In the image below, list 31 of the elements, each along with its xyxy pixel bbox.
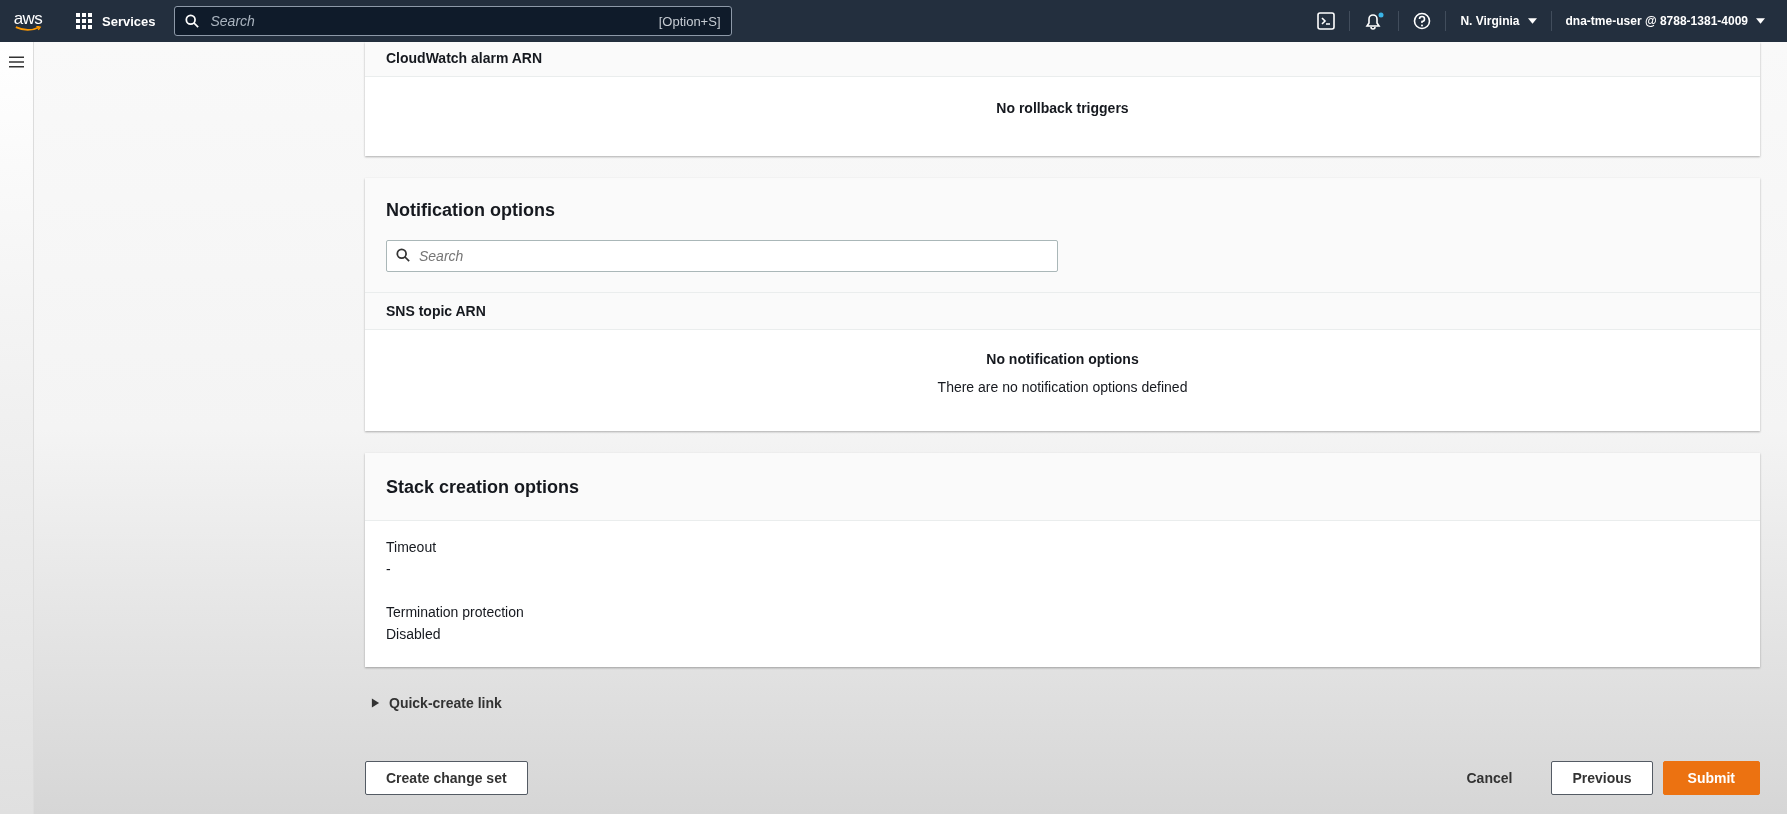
grid-icon (76, 13, 92, 29)
aws-logo[interactable]: aws (12, 10, 44, 32)
action-button[interactable]: Previous (1551, 761, 1653, 795)
field-label: Timeout (386, 539, 438, 555)
field-label: Termination protection (386, 604, 525, 620)
bell-icon[interactable] (1364, 12, 1385, 30)
quick-create-link-toggle[interactable]: Quick-create link (365, 695, 1760, 711)
panel-title: Notification options (386, 200, 555, 220)
menu-icon[interactable] (9, 56, 24, 68)
search-icon (184, 14, 199, 28)
empty-state-title: No notification options (986, 351, 1139, 367)
empty-state-text: There are no notification options defined (937, 379, 1188, 395)
action-button[interactable]: Create change set (365, 761, 528, 795)
empty-state-text: No rollback triggers (996, 100, 1129, 116)
cancel-link[interactable]: Cancel (1445, 761, 1534, 795)
caret-icon (1756, 18, 1765, 24)
region-menu[interactable]: N. Virginia (1446, 14, 1551, 28)
services-menu[interactable]: Services (76, 13, 156, 29)
help-icon[interactable] (1413, 12, 1432, 30)
column-header: SNS topic ARN (386, 303, 486, 319)
terminal-icon[interactable] (1317, 12, 1336, 30)
field-value: Disabled (386, 626, 442, 642)
search-field[interactable]: Search (386, 240, 1058, 272)
panel-title: Stack creation options (386, 477, 580, 497)
caret-icon (1527, 18, 1537, 24)
search-input[interactable]: Search (208, 12, 649, 30)
column-header: CloudWatch alarm ARN (386, 50, 543, 66)
account-menu[interactable]: dna-tme-user @ 8788-1381-4009 (1551, 14, 1779, 28)
shortcut-hint: [Option+S] (658, 13, 721, 29)
search-field[interactable]: Search [Option+S] (173, 6, 732, 36)
field-value: - (386, 561, 392, 577)
